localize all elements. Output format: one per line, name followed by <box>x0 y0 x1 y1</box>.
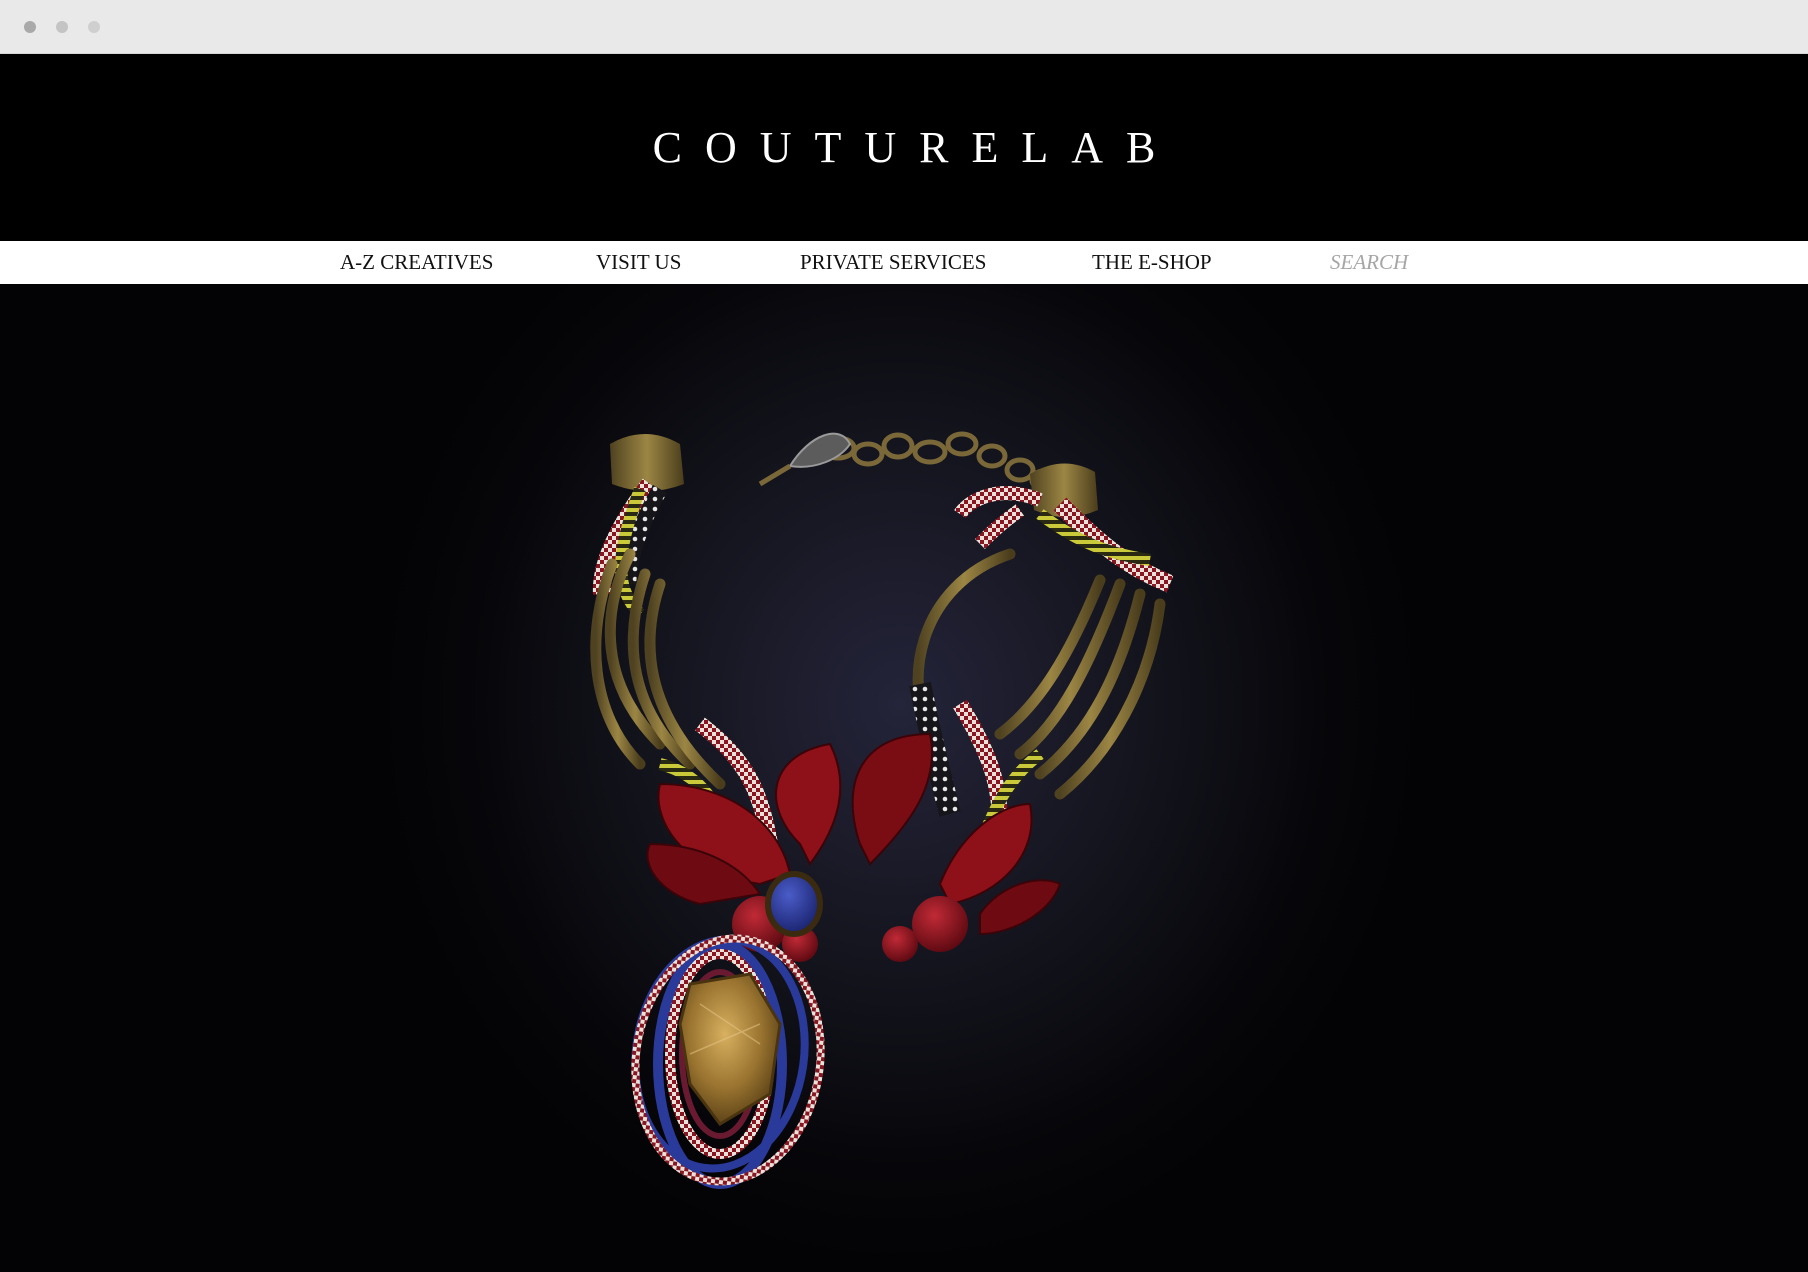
minimize-dot[interactable] <box>56 21 68 33</box>
site-header: COUTURELAB <box>0 54 1808 241</box>
nav-item-the-e-shop[interactable]: THE E-SHOP <box>1092 241 1212 284</box>
main-nav: A-Z CREATIVES VISIT US PRIVATE SERVICES … <box>0 241 1808 284</box>
hero-banner[interactable] <box>0 284 1808 1272</box>
necklace-photo <box>590 431 1174 1189</box>
browser-window-bar <box>0 0 1808 54</box>
maximize-dot[interactable] <box>88 21 100 33</box>
nav-item-private-services[interactable]: PRIVATE SERVICES <box>800 241 986 284</box>
site-logo[interactable]: COUTURELAB <box>0 126 1808 170</box>
nav-item-a-z-creatives[interactable]: A-Z CREATIVES <box>340 241 493 284</box>
close-dot[interactable] <box>24 21 36 33</box>
search-input[interactable] <box>1330 247 1530 278</box>
nav-item-visit-us[interactable]: VISIT US <box>596 241 681 284</box>
